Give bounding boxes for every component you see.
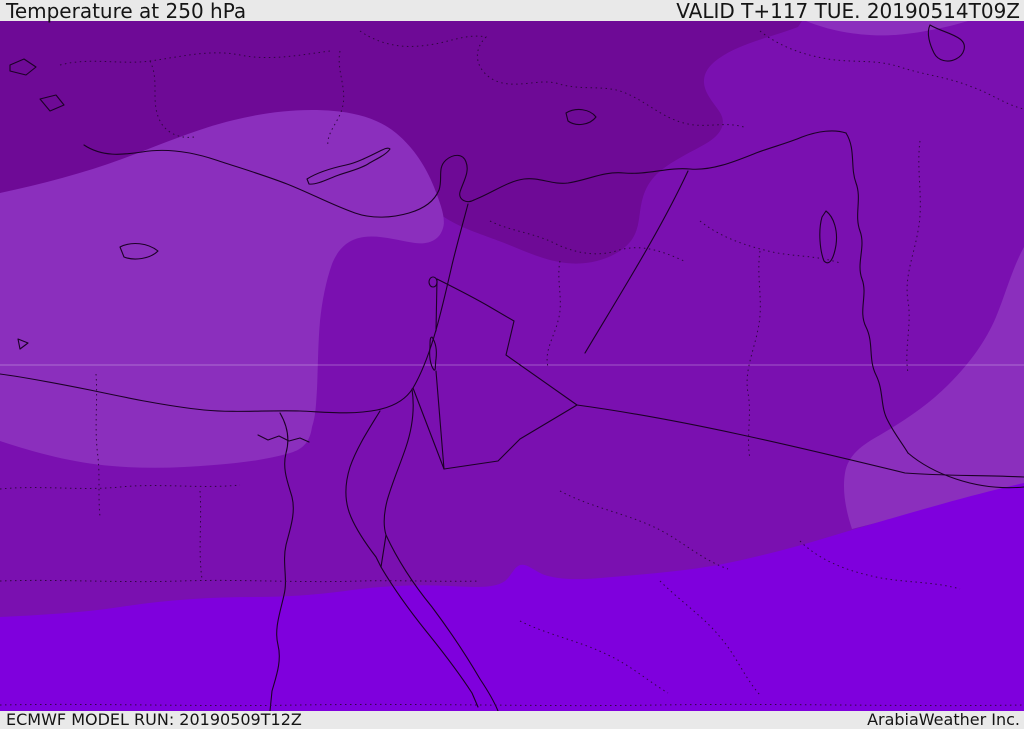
map-title: Temperature at 250 hPa — [6, 0, 247, 23]
header-bar: Temperature at 250 hPa VALID T+117 TUE. … — [0, 0, 1024, 21]
weather-map-page: { "header": { "title": "Temperature at 2… — [0, 0, 1024, 729]
map-svg — [0, 21, 1024, 711]
weather-map — [0, 21, 1024, 711]
brand-label: ArabiaWeather Inc. — [867, 710, 1020, 729]
valid-time-label: VALID T+117 TUE. 20190514T09Z — [676, 0, 1020, 23]
model-run-label: ECMWF MODEL RUN: 20190509T12Z — [6, 710, 302, 729]
footer-bar: ECMWF MODEL RUN: 20190509T12Z ArabiaWeat… — [0, 711, 1024, 729]
